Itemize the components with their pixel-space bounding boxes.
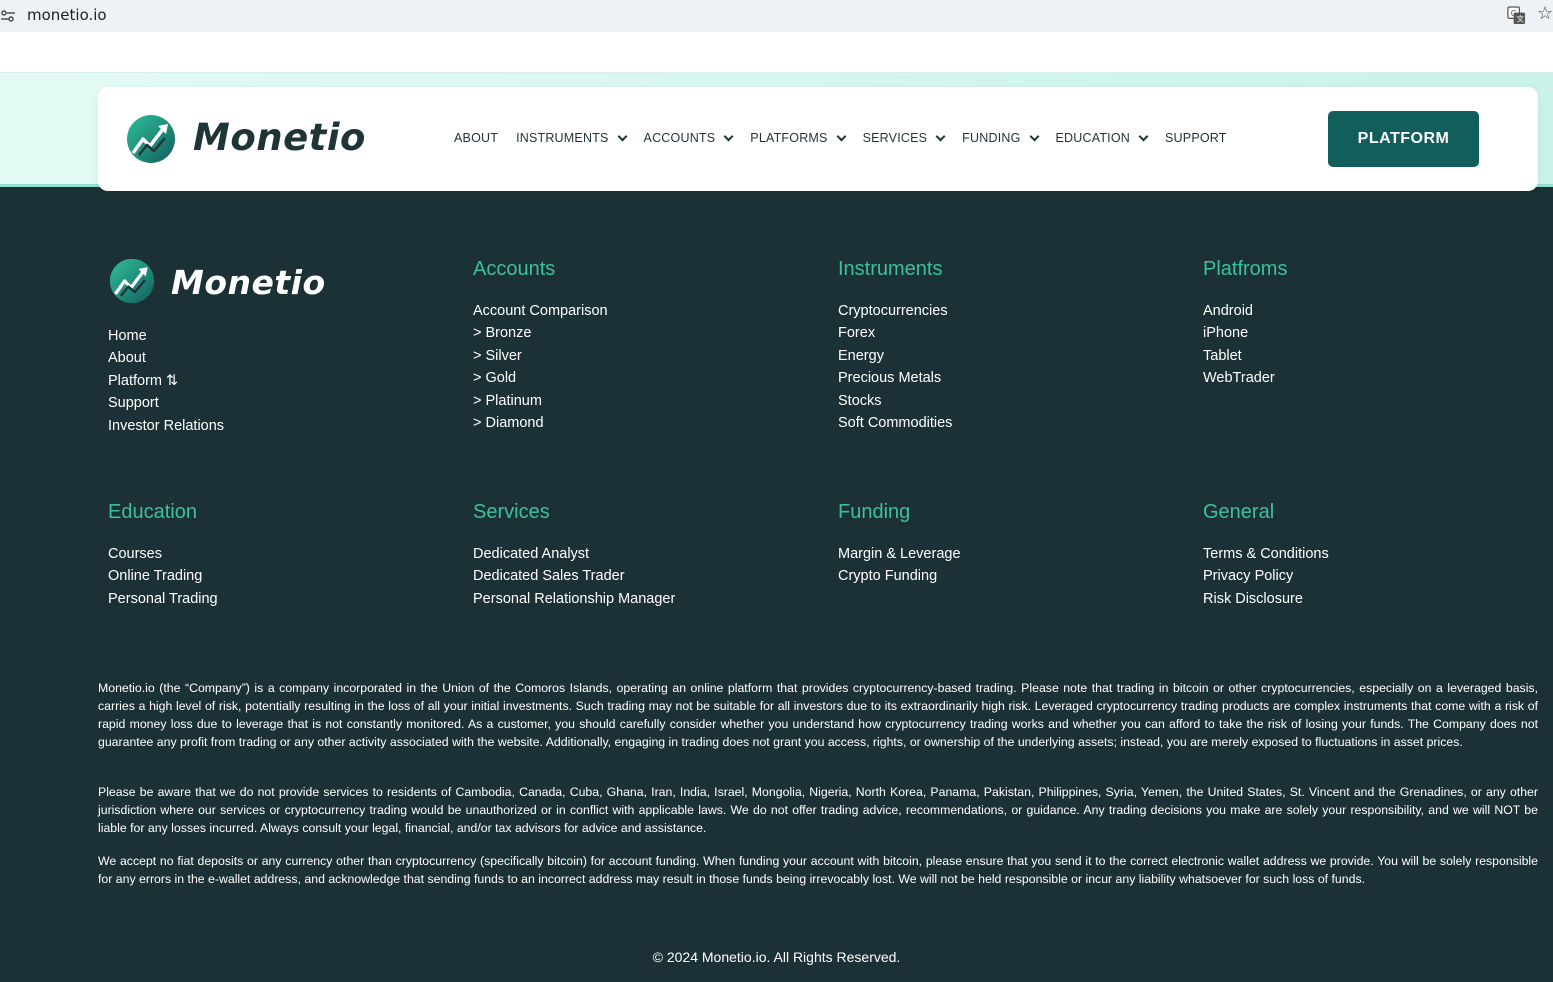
- footer-col-title: General: [1203, 501, 1275, 523]
- footer-link[interactable]: Risk Disclosure: [1203, 588, 1329, 610]
- disclaimer-paragraph: Monetio.io (the “Company”) is a company …: [98, 681, 1538, 749]
- footer-link[interactable]: Crypto Funding: [838, 565, 961, 587]
- nav-accounts[interactable]: ACCOUNTS: [643, 131, 734, 145]
- footer-link[interactable]: Android: [1203, 300, 1287, 322]
- footer-link-about[interactable]: About: [108, 347, 224, 369]
- footer-col-funding: Funding Margin & Leverage Crypto Funding: [838, 502, 961, 588]
- footer-col-title: Services: [473, 501, 550, 523]
- footer-col-platforms: Platfroms Android iPhone Tablet WebTrade…: [1203, 259, 1287, 390]
- footer-link[interactable]: Stocks: [838, 390, 952, 412]
- footer-link[interactable]: Online Trading: [108, 565, 218, 587]
- footer-col-instruments: Instruments Cryptocurrencies Forex Energ…: [838, 259, 952, 434]
- footer-col-title: Platfroms: [1203, 258, 1288, 280]
- footer-brand-name[interactable]: Monetio: [171, 263, 326, 302]
- address-url[interactable]: monetio.io: [27, 6, 107, 24]
- nav-services[interactable]: SERVICES: [862, 131, 946, 145]
- nav-support-label: SUPPORT: [1165, 131, 1227, 145]
- footer-logo-icon[interactable]: [108, 257, 156, 305]
- main-nav: ABOUT INSTRUMENTS ACCOUNTS PLATFORMS SER…: [454, 131, 1245, 145]
- disclaimer-paragraph: We accept no fiat deposits or any curren…: [98, 854, 1538, 886]
- bookmark-star-icon[interactable]: ☆: [1537, 4, 1553, 22]
- page-top-band: [0, 32, 1553, 72]
- chevron-down-icon: [836, 131, 847, 141]
- chevron-down-icon: [1138, 131, 1149, 141]
- footer-link[interactable]: > Diamond: [473, 412, 608, 434]
- footer-link[interactable]: Personal Relationship Manager: [473, 588, 675, 610]
- nav-about[interactable]: ABOUT: [454, 131, 498, 145]
- monetio-logo-icon[interactable]: [125, 113, 177, 165]
- translate-icon[interactable]: G 文: [1507, 6, 1526, 25]
- nav-instruments[interactable]: INSTRUMENTS: [516, 131, 627, 145]
- footer-link[interactable]: Account Comparison: [473, 300, 608, 322]
- footer-col-education: Education Courses Online Trading Persona…: [108, 502, 218, 610]
- footer-link[interactable]: Terms & Conditions: [1203, 543, 1329, 565]
- platform-button[interactable]: PLATFORM: [1328, 111, 1479, 167]
- footer-link[interactable]: Dedicated Sales Trader: [473, 565, 675, 587]
- nav-education-label: EDUCATION: [1055, 131, 1131, 145]
- footer-link[interactable]: > Bronze: [473, 322, 608, 344]
- footer-link[interactable]: Margin & Leverage: [838, 543, 961, 565]
- nav-funding[interactable]: FUNDING: [962, 131, 1039, 145]
- chevron-down-icon: [723, 131, 734, 141]
- footer-col-title: Accounts: [473, 258, 556, 280]
- nav-platforms-label: PLATFORMS: [750, 131, 828, 145]
- chevron-down-icon: [935, 131, 946, 141]
- nav-support[interactable]: SUPPORT: [1165, 131, 1227, 145]
- footer-col-accounts: Accounts Account Comparison > Bronze > S…: [473, 259, 608, 434]
- browser-address-bar: monetio.io G 文 ☆: [0, 0, 1553, 32]
- footer-link[interactable]: iPhone: [1203, 322, 1287, 344]
- footer-col-general: General Terms & Conditions Privacy Polic…: [1203, 502, 1329, 610]
- nav-education[interactable]: EDUCATION: [1055, 131, 1149, 145]
- nav-accounts-label: ACCOUNTS: [643, 131, 716, 145]
- footer-col-title: Education: [108, 501, 197, 523]
- footer-link-home[interactable]: Home: [108, 325, 224, 347]
- footer-link[interactable]: WebTrader: [1203, 367, 1287, 389]
- footer-link[interactable]: Personal Trading: [108, 588, 218, 610]
- footer-link-platform[interactable]: Platform ⇅: [108, 370, 224, 392]
- footer-link[interactable]: Courses: [108, 543, 218, 565]
- footer-link[interactable]: Soft Commodities: [838, 412, 952, 434]
- footer-link[interactable]: Privacy Policy: [1203, 565, 1329, 587]
- site-header: Monetio ABOUT INSTRUMENTS ACCOUNTS PLATF…: [98, 87, 1538, 191]
- footer-link[interactable]: > Silver: [473, 345, 608, 367]
- footer-col-title: Funding: [838, 501, 911, 523]
- copyright-text: © 2024 Monetio.io. All Rights Reserved.: [652, 949, 901, 965]
- footer-link[interactable]: Dedicated Analyst: [473, 543, 675, 565]
- footer-link-investor-relations[interactable]: Investor Relations: [108, 415, 224, 437]
- footer-col-title: Instruments: [838, 258, 943, 280]
- footer-col-services: Services Dedicated Analyst Dedicated Sal…: [473, 502, 675, 610]
- footer-link[interactable]: > Platinum: [473, 390, 608, 412]
- footer-link[interactable]: Energy: [838, 345, 952, 367]
- footer-link-support[interactable]: Support: [108, 392, 224, 414]
- nav-instruments-label: INSTRUMENTS: [516, 131, 609, 145]
- footer-link[interactable]: Cryptocurrencies: [838, 300, 952, 322]
- nav-services-label: SERVICES: [862, 131, 928, 145]
- brand-name[interactable]: Monetio: [193, 116, 366, 159]
- footer-link[interactable]: Forex: [838, 322, 952, 344]
- nav-funding-label: FUNDING: [962, 131, 1021, 145]
- site-settings-icon[interactable]: [0, 8, 16, 24]
- chevron-down-icon: [617, 131, 627, 141]
- nav-about-label: ABOUT: [454, 131, 499, 145]
- footer-link[interactable]: > Gold: [473, 367, 608, 389]
- nav-platforms[interactable]: PLATFORMS: [750, 131, 847, 145]
- footer-main-links: Home About Platform ⇅ Support Investor R…: [108, 325, 224, 437]
- footer-link[interactable]: Tablet: [1203, 345, 1287, 367]
- disclaimer-paragraph: Please be aware that we do not provide s…: [98, 785, 1538, 835]
- chevron-down-icon: [1029, 131, 1039, 141]
- svg-text:文: 文: [1517, 14, 1525, 24]
- footer-link[interactable]: Precious Metals: [838, 367, 952, 389]
